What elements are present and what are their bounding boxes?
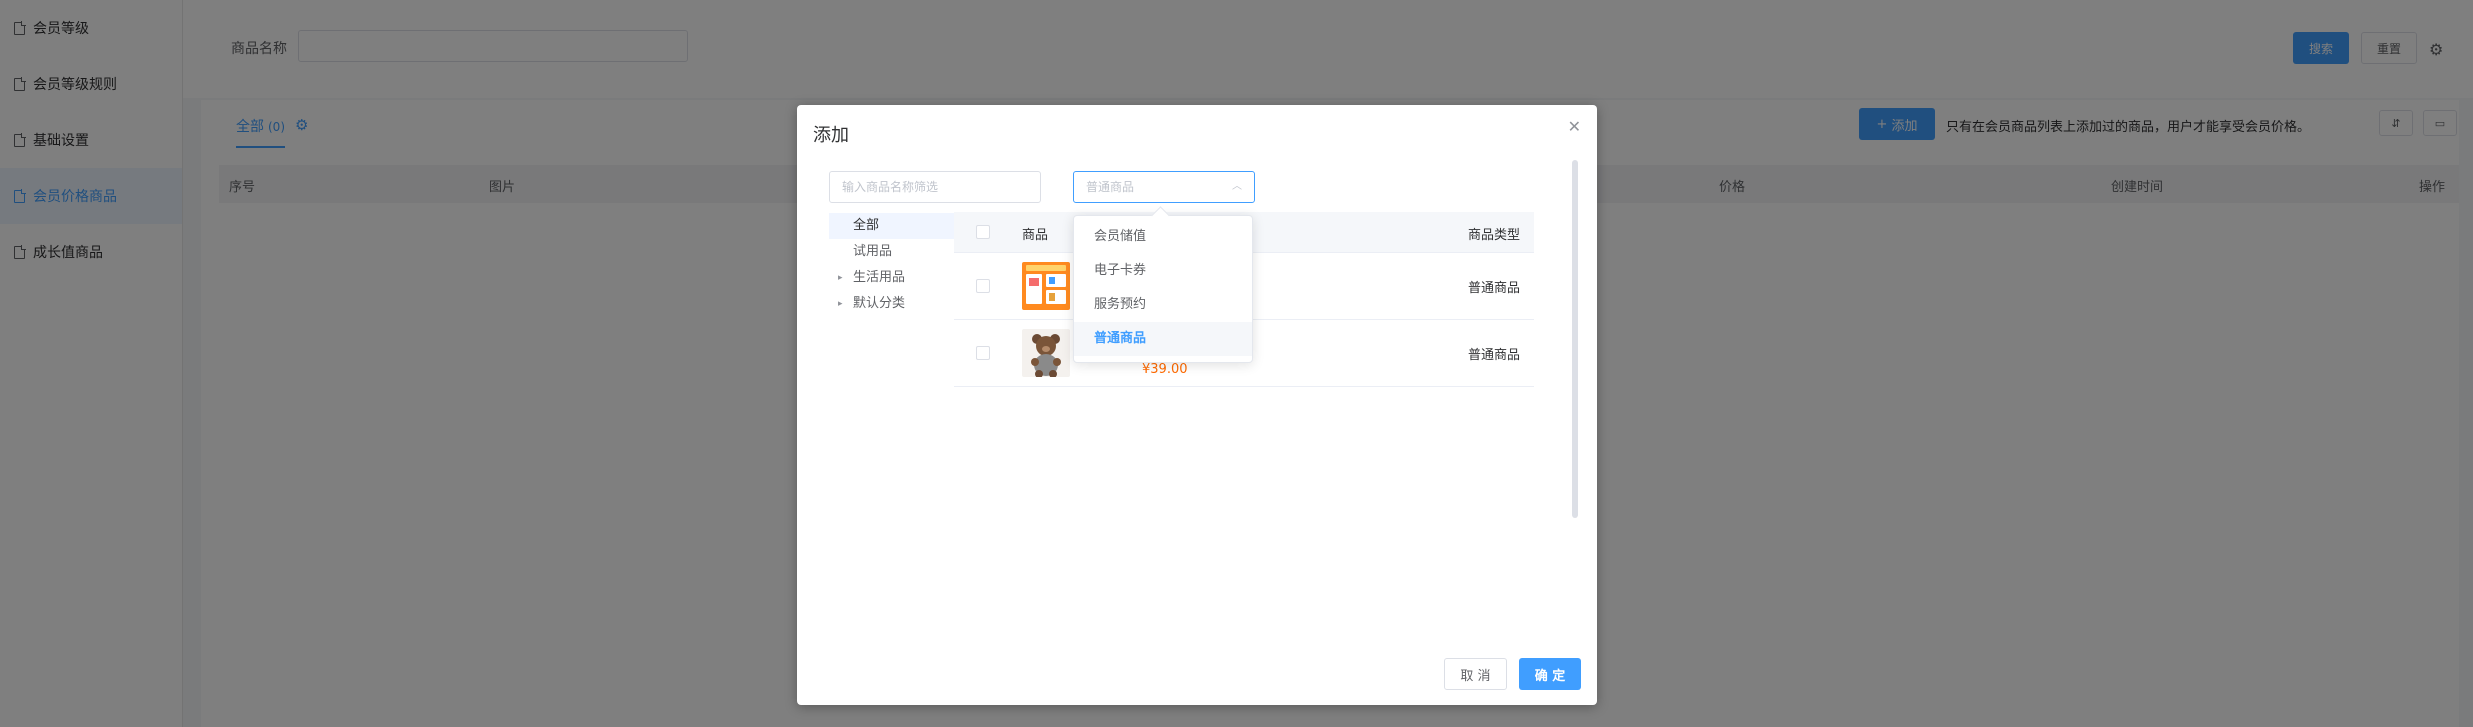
goods-type-cell: 普通商品	[1467, 281, 1520, 296]
tree-node-label: 试用品	[853, 244, 893, 259]
dropdown-option-normal-goods[interactable]: 普通商品	[1074, 322, 1252, 356]
cancel-button[interactable]: 取 消	[1444, 658, 1507, 690]
add-goods-dialog: 添加 ✕ 普通商品 ︿ 全部 试用品 ▸ 生活用品 ▸ 默认分类 商品 商品类型	[797, 105, 1597, 705]
dialog-scrollbar[interactable]	[1572, 160, 1578, 518]
select-all-checkbox[interactable]	[976, 225, 990, 239]
row-checkbox[interactable]	[976, 279, 990, 293]
goods-type-dropdown: 会员储值 电子卡券 服务预约 普通商品	[1073, 215, 1253, 363]
col-goods: 商品	[1022, 228, 1049, 243]
tree-node-daily-goods[interactable]: ▸ 生活用品	[829, 265, 959, 291]
chevron-up-icon: ︿	[1232, 181, 1242, 192]
dropdown-option-e-card[interactable]: 电子卡券	[1074, 254, 1252, 288]
goods-thumbnail-teddy-bear	[1022, 329, 1070, 377]
confirm-button[interactable]: 确 定	[1519, 658, 1581, 690]
category-tree: 全部 试用品 ▸ 生活用品 ▸ 默认分类	[829, 213, 959, 317]
row-checkbox[interactable]	[976, 346, 990, 360]
col-goods-type: 商品类型	[1467, 228, 1520, 243]
dropdown-option-member-recharge[interactable]: 会员储值	[1074, 220, 1252, 254]
dialog-title: 添加	[813, 125, 849, 146]
tree-node-label: 默认分类	[853, 296, 906, 311]
tree-node-label: 全部	[853, 218, 880, 233]
caret-right-icon[interactable]: ▸	[838, 265, 843, 291]
goods-type-select-placeholder: 普通商品	[1086, 180, 1135, 194]
tree-node-default-category[interactable]: ▸ 默认分类	[829, 291, 959, 317]
goods-filter-input[interactable]	[829, 171, 1041, 203]
goods-type-cell: 普通商品	[1467, 348, 1520, 363]
tree-node-all[interactable]: 全部	[829, 213, 959, 239]
dropdown-option-service-booking[interactable]: 服务预约	[1074, 288, 1252, 322]
tree-node-trial[interactable]: 试用品	[829, 239, 959, 265]
tree-node-label: 生活用品	[853, 270, 906, 285]
goods-price: ¥39.00	[1142, 362, 1188, 377]
close-icon[interactable]: ✕	[1568, 117, 1581, 136]
goods-thumbnail-promo	[1022, 262, 1070, 310]
goods-type-select[interactable]: 普通商品 ︿	[1073, 171, 1255, 203]
caret-right-icon[interactable]: ▸	[838, 291, 843, 317]
